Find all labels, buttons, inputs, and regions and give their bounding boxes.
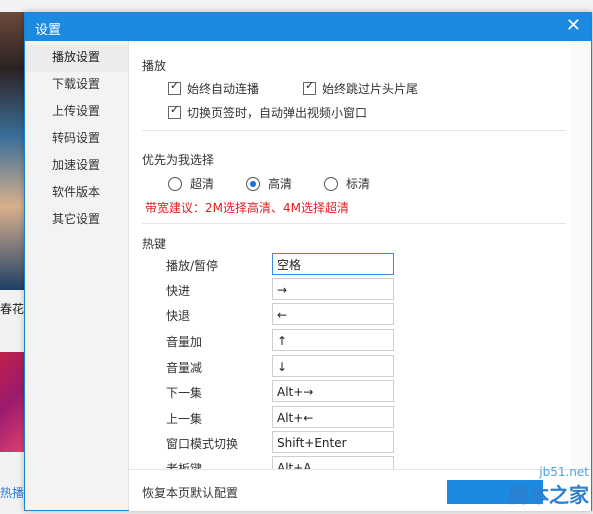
radio-circle[interactable] [246,176,260,191]
play-section-title: 播放 [142,59,167,73]
hotkey-input[interactable]: Alt+A [272,456,394,469]
hotkey-row: 窗口模式切换 Shift+Enter [166,431,566,455]
bandwidth-hint: 带宽建议：2M选择高清、4M选择超清 [145,201,349,215]
sidebar-item-upload[interactable]: 上传设置 [25,99,128,126]
hotkey-input[interactable]: ← [272,303,394,325]
settings-dialog: 设置 ✕ 播放设置 下载设置 上传设置 转码设置 加速设置 软件版本 其它设置 … [24,12,592,511]
hotkey-row: 下一集 Alt+→ [166,380,566,404]
check-icon: ✓ [170,103,180,116]
radio-selected-dot [250,180,256,187]
check-icon: ✓ [305,79,315,92]
dialog-titlebar[interactable]: 设置 ✕ [25,13,591,41]
hotkey-label: 快退 [166,309,191,323]
watermark: jb51.net 脚本之家 [509,465,589,508]
radio-circle[interactable] [324,176,338,191]
hotkey-input[interactable]: ↓ [272,355,394,377]
skip-intro-checkbox[interactable]: ✓ 始终跳过片头片尾 [303,80,418,97]
sidebar-item-transcode[interactable]: 转码设置 [25,126,128,153]
hotkey-row: 快进 → [166,278,566,302]
hotkey-input[interactable]: ↑ [272,329,394,351]
radio-circle[interactable] [168,176,182,191]
section-divider [142,130,566,131]
checkbox-box[interactable]: ✓ [303,79,316,95]
sidebar-item-accelerate[interactable]: 加速设置 [25,153,128,180]
settings-content: 播放 ✓ 始终自动连播 ✓ 始终跳过片头片尾 ✓ 切换页签时，自动弹出视频小窗口… [129,41,571,469]
hotkey-label: 快进 [166,284,191,298]
section-divider [142,223,566,224]
auto-continue-checkbox[interactable]: ✓ 始终自动连播 [168,80,259,97]
quality-option-high[interactable]: 高清 [246,175,292,192]
hotkey-label: 下一集 [166,386,203,400]
hotkey-row: 快退 ← [166,303,566,327]
sidebar-item-play[interactable]: 播放设置 [25,45,128,72]
hotkey-label: 老板键 [166,462,203,469]
quality-option-standard[interactable]: 标清 [324,175,370,192]
content-scrollbar[interactable] [571,41,591,469]
quality-option-label: 标清 [346,177,371,191]
check-icon: ✓ [170,79,180,92]
hotkey-label: 上一集 [166,412,203,426]
settings-sidebar: 播放设置 下载设置 上传设置 转码设置 加速设置 软件版本 其它设置 [25,41,129,510]
hotkey-input[interactable]: → [272,278,394,300]
checkbox-box[interactable]: ✓ [168,103,181,119]
close-icon[interactable]: ✕ [566,16,581,36]
hotkey-row: 播放/暂停 空格 [166,253,566,277]
sidebar-item-other[interactable]: 其它设置 [25,207,128,234]
background-thumbnail [0,12,24,290]
hotkey-row: 老板键 Alt+A [166,456,566,469]
restore-defaults-link[interactable]: 恢复本页默认配置 [142,484,238,501]
hotkey-input[interactable]: Alt+← [272,406,394,428]
hotkey-row: 音量加 ↑ [166,329,566,353]
hotkey-input[interactable]: Shift+Enter [272,431,394,453]
quality-option-super[interactable]: 超清 [168,175,214,192]
hotkey-label: 播放/暂停 [166,259,219,273]
hotkey-input[interactable]: 空格 [272,253,394,275]
checkbox-box[interactable]: ✓ [168,79,181,95]
hotkey-label: 音量加 [166,335,203,349]
background-banner [0,352,24,452]
auto-continue-label: 始终自动连播 [187,82,260,96]
background-caption: 春花 [0,302,25,316]
sidebar-item-download[interactable]: 下载设置 [25,72,128,99]
skip-intro-label: 始终跳过片头片尾 [322,82,419,96]
watermark-site-name: 脚本之家 [509,483,589,507]
quality-option-label: 高清 [268,177,293,191]
sidebar-item-version[interactable]: 软件版本 [25,180,128,207]
hotkey-label: 音量减 [166,361,203,375]
popup-mini-checkbox[interactable]: ✓ 切换页签时，自动弹出视频小窗口 [168,104,367,121]
popup-mini-label: 切换页签时，自动弹出视频小窗口 [187,106,368,120]
watermark-domain: jb51.net [539,465,589,479]
hotkey-row: 音量减 ↓ [166,355,566,379]
background-hot-text: 热播 [0,486,25,500]
hotkey-input[interactable]: Alt+→ [272,380,394,402]
dialog-title: 设置 [35,23,62,38]
quality-option-label: 超清 [190,177,215,191]
hotkey-label: 窗口模式切换 [166,437,239,451]
hotkey-section-title: 热键 [142,237,167,251]
hotkey-row: 上一集 Alt+← [166,406,566,430]
quality-section-title: 优先为我选择 [142,153,215,167]
